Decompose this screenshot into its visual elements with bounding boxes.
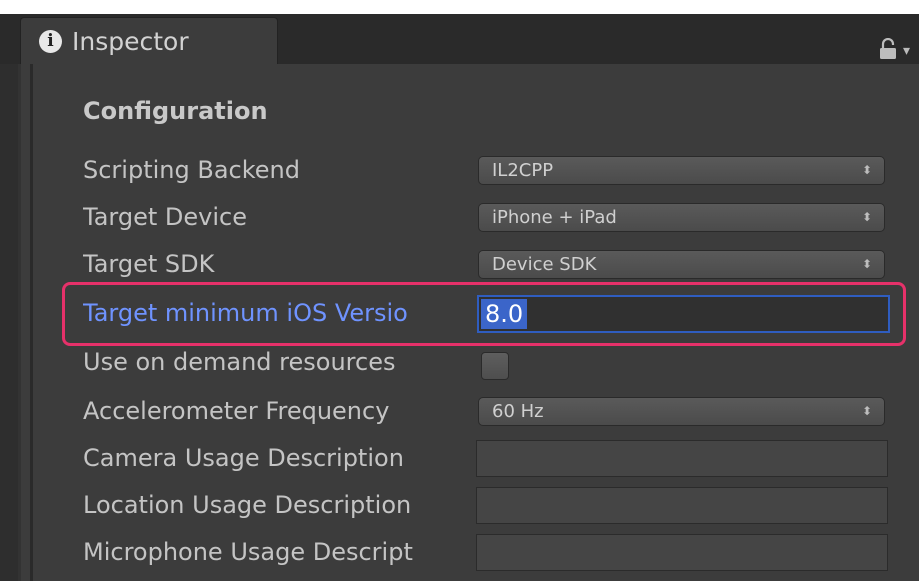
dropdown-value: 60 Hz — [492, 401, 544, 422]
tab-strip: i Inspector ▾ — [0, 14, 919, 64]
accelerometer-frequency-dropdown[interactable]: 60 Hz ⬍ — [478, 397, 885, 426]
tab-title: Inspector — [72, 26, 189, 56]
microphone-usage-label: Microphone Usage Descript — [83, 538, 413, 566]
location-usage-label: Location Usage Description — [83, 491, 412, 519]
target-min-ios-version-label: Target minimum iOS Versio — [83, 299, 408, 327]
row-camera-usage: Camera Usage Description — [83, 438, 903, 478]
target-sdk-label: Target SDK — [83, 250, 215, 278]
dropdown-arrows-icon: ⬍ — [861, 404, 872, 418]
row-target-device: Target Device iPhone + iPad ⬍ — [83, 197, 903, 237]
target-device-dropdown[interactable]: iPhone + iPad ⬍ — [478, 203, 885, 232]
scripting-backend-label: Scripting Backend — [83, 156, 300, 184]
dropdown-arrows-icon: ⬍ — [861, 163, 872, 177]
tab-inspector[interactable]: i Inspector — [20, 17, 278, 64]
row-on-demand-resources: Use on demand resources — [83, 342, 903, 382]
dropdown-arrows-icon: ⬍ — [861, 210, 872, 224]
lock-icon[interactable] — [879, 38, 897, 60]
dropdown-value: iPhone + iPad — [492, 207, 617, 228]
dropdown-value: IL2CPP — [492, 160, 554, 181]
row-microphone-usage: Microphone Usage Descript — [83, 532, 903, 572]
accelerometer-frequency-label: Accelerometer Frequency — [83, 397, 390, 425]
target-min-ios-version-field[interactable]: 8.0 — [477, 295, 890, 333]
location-usage-field[interactable] — [476, 487, 888, 524]
info-icon: i — [39, 29, 62, 53]
row-location-usage: Location Usage Description — [83, 485, 903, 525]
row-accelerometer-frequency: Accelerometer Frequency 60 Hz ⬍ — [83, 391, 903, 431]
panel-menu-icon[interactable]: ▾ — [903, 44, 917, 58]
left-gutter — [0, 64, 18, 581]
panel-divider — [18, 64, 21, 581]
row-target-min-ios-version: Target minimum iOS Versio 8.0 — [83, 293, 903, 333]
inspector-window: i Inspector ▾ Configuration Scripting Ba… — [0, 0, 919, 581]
scripting-backend-dropdown[interactable]: IL2CPP ⬍ — [478, 156, 885, 185]
on-demand-resources-checkbox[interactable] — [481, 352, 509, 380]
row-target-sdk: Target SDK Device SDK ⬍ — [83, 244, 903, 284]
section-title: Configuration — [83, 97, 268, 125]
row-scripting-backend: Scripting Backend IL2CPP ⬍ — [83, 150, 903, 190]
camera-usage-label: Camera Usage Description — [83, 444, 404, 472]
top-margin — [0, 0, 919, 14]
microphone-usage-field[interactable] — [476, 534, 888, 571]
panel-divider-inner — [30, 64, 33, 581]
camera-usage-field[interactable] — [476, 440, 888, 477]
target-sdk-dropdown[interactable]: Device SDK ⬍ — [478, 250, 885, 279]
version-value: 8.0 — [481, 299, 528, 329]
on-demand-resources-label: Use on demand resources — [83, 348, 396, 376]
dropdown-value: Device SDK — [492, 254, 597, 275]
dropdown-arrows-icon: ⬍ — [861, 257, 872, 271]
target-device-label: Target Device — [83, 203, 247, 231]
